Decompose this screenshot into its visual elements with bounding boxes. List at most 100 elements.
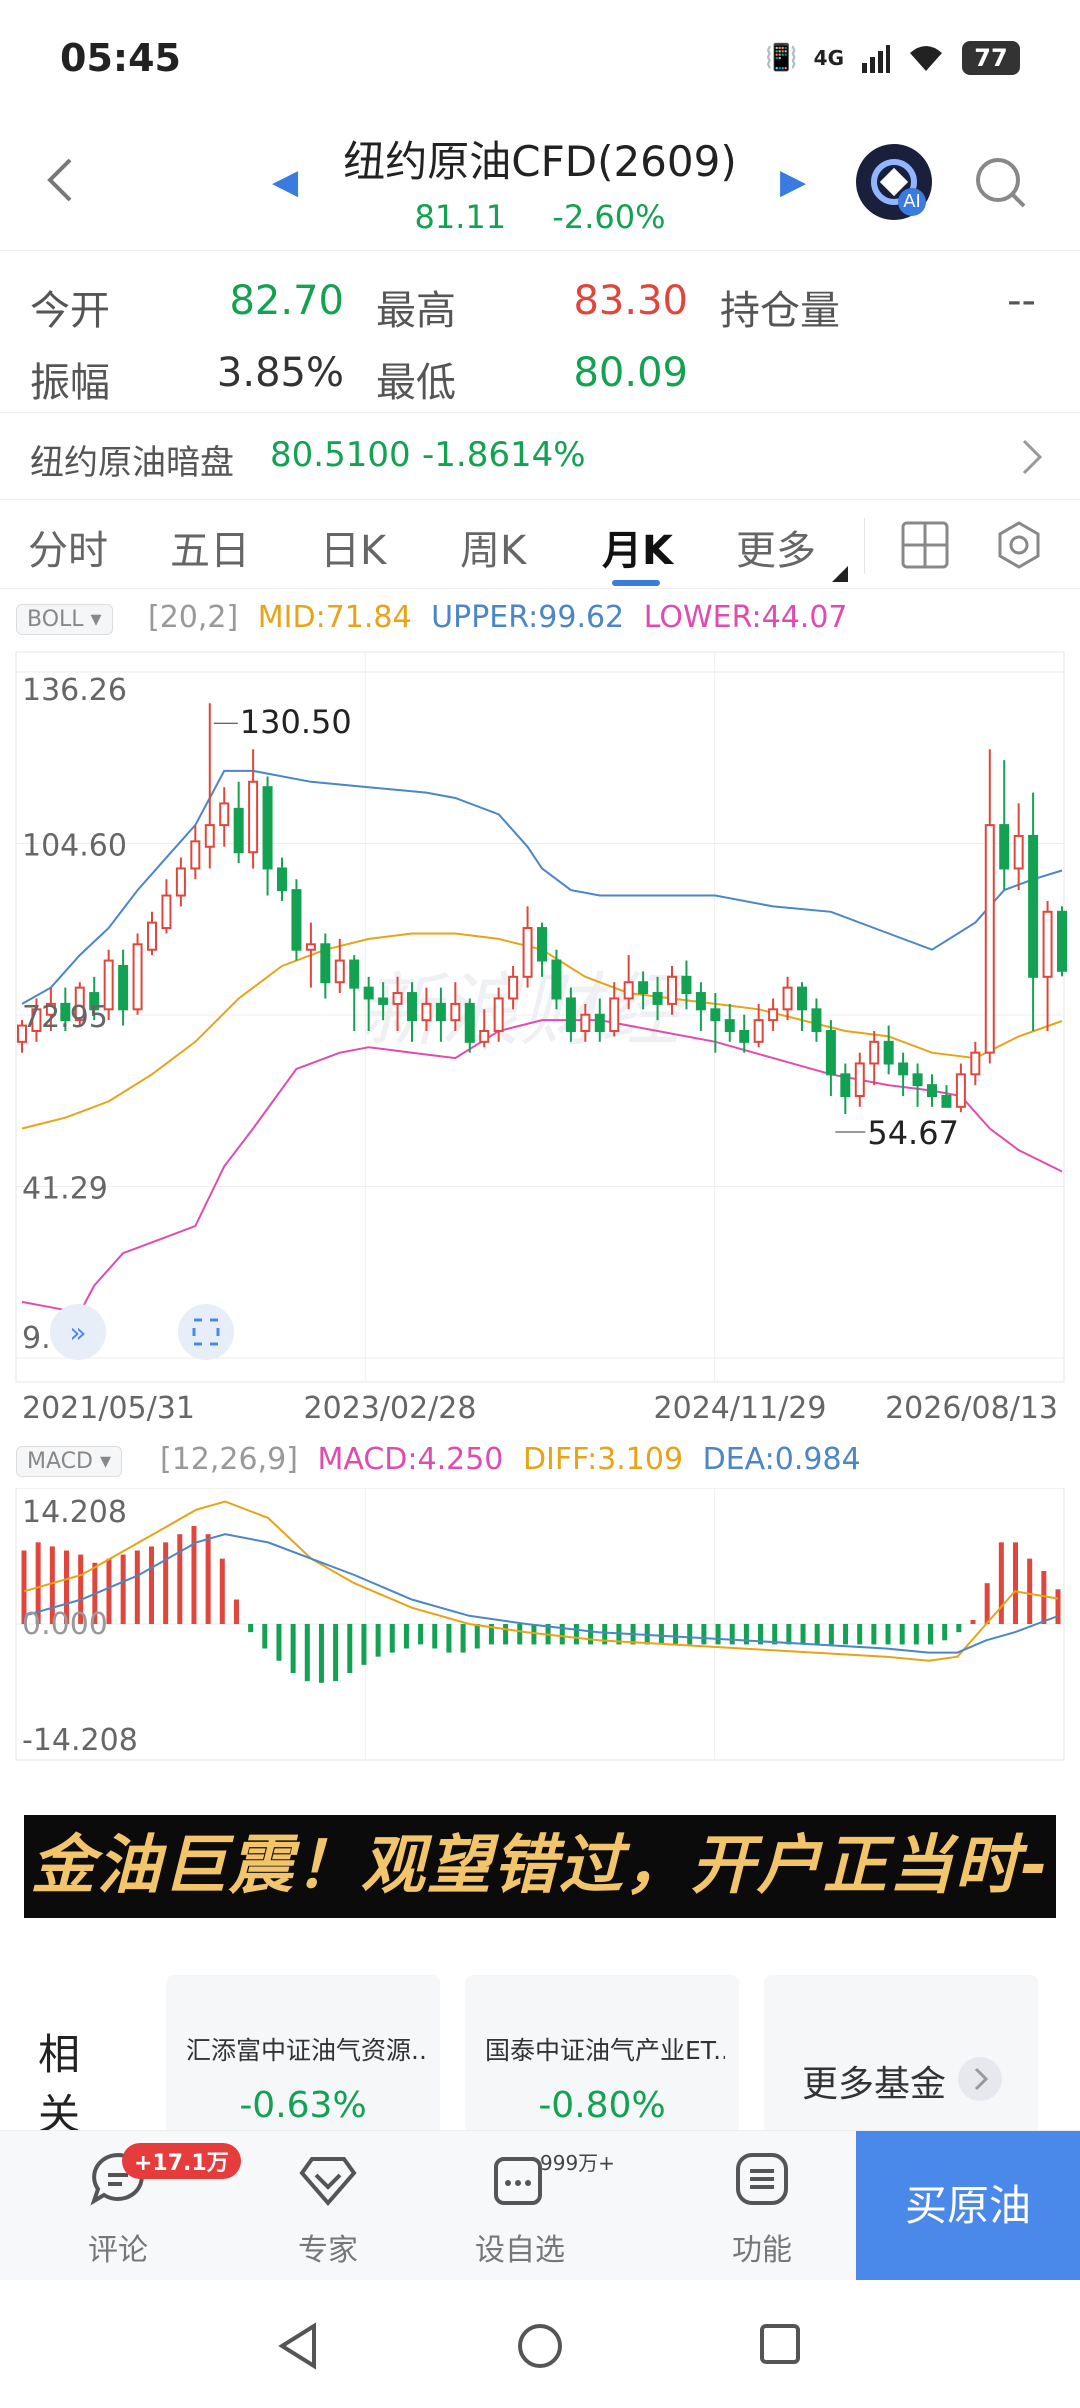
macd-bar-negative: [956, 1624, 962, 1633]
nav-home-icon[interactable]: [516, 2322, 564, 2370]
ai-assistant-button[interactable]: AI: [856, 144, 932, 220]
nav-recents-icon[interactable]: [758, 2322, 802, 2366]
candle-up: [421, 1002, 432, 1022]
macd-bar-negative: [517, 1624, 523, 1645]
expert-button[interactable]: 专家: [258, 2149, 398, 2269]
dark-market-label: 纽约原油暗盘: [30, 443, 234, 483]
y-tick-label: 0.000: [22, 1607, 108, 1642]
macd-bar-negative: [304, 1624, 310, 1682]
macd-bar-negative: [389, 1624, 395, 1653]
candle-up: [479, 1029, 490, 1043]
candle-down: [277, 867, 287, 892]
candle-up: [753, 1019, 764, 1043]
buy-crude-button[interactable]: 买原油: [856, 2131, 1080, 2281]
fund-card-1[interactable]: 汇添富中证油气资源... -0.63%: [166, 1975, 440, 2135]
promo-banner[interactable]: 金油巨震！观望错过，开户正当时->: [24, 1815, 1056, 1918]
status-time: 05:45: [60, 36, 181, 80]
macd-bar-negative: [318, 1624, 324, 1683]
candle-up: [219, 802, 230, 827]
prev-contract-button[interactable]: ◀: [272, 162, 298, 202]
dropdown-corner-icon: [832, 566, 848, 582]
stat-label-open-interest: 持仓量: [720, 288, 840, 334]
macd-bar-positive: [1055, 1589, 1061, 1624]
dark-market-price: 80.5100: [270, 435, 411, 475]
settings-icon[interactable]: [994, 520, 1044, 570]
boll-indicator-selector[interactable]: BOLL ▾: [16, 604, 113, 635]
fund-change: -0.63%: [239, 2085, 367, 2126]
dark-market-change: -1.8614%: [422, 435, 586, 475]
candle-up: [493, 997, 504, 1032]
dark-market-row[interactable]: 纽约原油暗盘 80.5100 -1.8614%: [0, 412, 1080, 500]
next-contract-button[interactable]: ▶: [780, 162, 806, 202]
macd-bar-negative: [276, 1624, 282, 1661]
macd-bar-negative: [715, 1624, 721, 1645]
candle-down: [898, 1062, 909, 1076]
macd-bar-negative: [843, 1624, 849, 1645]
macd-chart[interactable]: 14.208 0.000 -14.208: [0, 1488, 1080, 1762]
candle-up: [508, 975, 519, 1000]
search-button[interactable]: [972, 154, 1028, 210]
menu-icon: [736, 2153, 788, 2205]
macd-bar-negative: [418, 1624, 424, 1645]
candle-down: [565, 997, 576, 1032]
macd-bar-negative: [333, 1624, 339, 1682]
candle-up: [580, 1013, 591, 1032]
tab-five-day[interactable]: 五日: [170, 518, 250, 576]
dea-value: DEA:0.984: [702, 1442, 861, 1477]
fund-change: -0.80%: [538, 2085, 666, 2126]
back-button[interactable]: [40, 150, 80, 210]
candle-down: [1028, 834, 1039, 978]
macd-bar-negative: [701, 1624, 707, 1645]
ai-label: AI: [898, 188, 926, 216]
nav-back-icon[interactable]: [276, 2322, 320, 2370]
comment-label: 评论: [88, 2233, 148, 2268]
macd-bar-positive: [970, 1619, 976, 1624]
tab-more[interactable]: 更多: [736, 518, 816, 576]
macd-indicator-selector[interactable]: MACD ▾: [16, 1446, 122, 1477]
candle-up: [854, 1062, 865, 1097]
min-label: 54.67: [867, 1114, 959, 1152]
macd-bar-negative: [800, 1624, 806, 1645]
functions-button[interactable]: 功能: [692, 2149, 832, 2269]
macd-bar-negative: [446, 1624, 452, 1653]
tab-monthly-k[interactable]: 月K: [602, 518, 673, 576]
candle-up: [1013, 834, 1024, 870]
y-tick-label: 72.95: [22, 1000, 108, 1035]
active-tab-underline: [612, 580, 660, 586]
more-funds-card[interactable]: 更多基金: [764, 1975, 1038, 2135]
layout-grid-icon[interactable]: [900, 520, 950, 570]
monthly-k-chart[interactable]: 新浪财经136.26104.6072.9541.299.64130.5054.6…: [0, 648, 1080, 1426]
boll-values: [20,2] MID:71.84 UPPER:99.62 LOWER:44.07: [148, 600, 848, 635]
boll-lower: LOWER:44.07: [643, 600, 848, 635]
stat-value-open: 82.70: [229, 278, 344, 324]
more-funds-label: 更多基金: [802, 2064, 947, 2105]
candle-up: [955, 1073, 966, 1108]
fund-card-2[interactable]: 国泰中证油气产业ET... -0.80%: [465, 1975, 739, 2135]
tab-daily-k[interactable]: 日K: [320, 518, 386, 576]
x-tick-label: 2026/08/13: [885, 1391, 1058, 1426]
macd-bar-negative: [588, 1624, 594, 1645]
tab-intraday[interactable]: 分时: [28, 518, 108, 576]
candle-up: [768, 1008, 779, 1022]
candle-up: [667, 975, 677, 1005]
macd-bar-positive: [134, 1550, 140, 1624]
macd-bar-negative: [871, 1624, 877, 1645]
candle-up: [305, 943, 316, 951]
candle-down: [941, 1094, 952, 1108]
vibrate-icon: 📳: [765, 43, 798, 73]
macd-bar-negative: [375, 1624, 381, 1657]
change-percent: -2.60%: [552, 198, 666, 236]
functions-label: 功能: [732, 2233, 792, 2268]
expert-label: 专家: [298, 2233, 358, 2268]
y-tick-label: 14.208: [22, 1495, 127, 1530]
macd-bar-negative: [248, 1624, 254, 1633]
candle-down: [233, 807, 244, 854]
watchlist-label: 设自选: [475, 2233, 565, 2268]
macd-bar-negative: [262, 1624, 268, 1649]
tab-weekly-k[interactable]: 周K: [460, 518, 526, 576]
macd-bar-positive: [233, 1599, 239, 1624]
banner-text: 金油巨震！观望错过，开户正当时->: [30, 1829, 1050, 1903]
macd-bar-positive: [191, 1526, 197, 1624]
macd-bar-negative: [474, 1624, 480, 1649]
candle-down: [464, 1002, 475, 1043]
